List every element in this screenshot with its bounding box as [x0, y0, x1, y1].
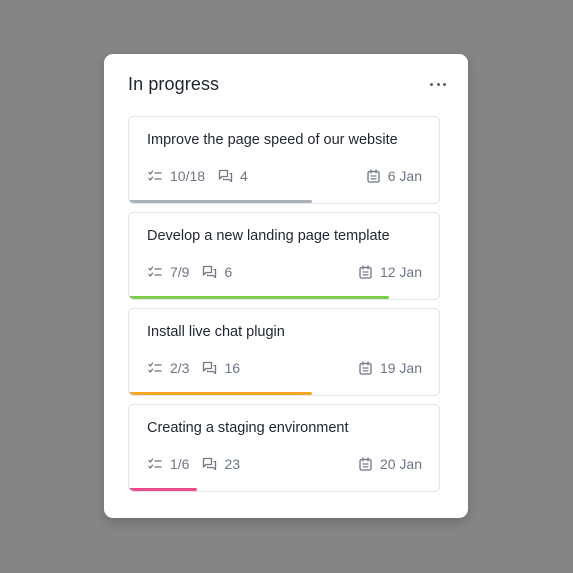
comment-count: 23: [201, 456, 240, 472]
due-date-value: 6 Jan: [387, 168, 422, 184]
subtask-count-value: 1/6: [170, 456, 190, 472]
subtask-count: 1/6: [147, 456, 189, 472]
calendar-icon: [358, 456, 374, 472]
due-date: 19 Jan: [358, 359, 422, 377]
due-date: 12 Jan: [358, 263, 422, 281]
task-card[interactable]: Develop a new landing page template 7/9 …: [128, 212, 440, 300]
due-date-value: 19 Jan: [379, 360, 422, 376]
comment-count-value: 4: [240, 168, 248, 184]
comments-icon: [217, 168, 233, 184]
comments-icon: [201, 360, 217, 376]
calendar-icon: [358, 360, 374, 376]
task-card-title: Install live chat plugin: [147, 324, 285, 340]
due-date: 20 Jan: [358, 455, 422, 473]
task-meta: 2/3 16: [147, 359, 252, 377]
due-date-value: 20 Jan: [379, 456, 422, 472]
more-dot: [436, 82, 440, 86]
task-card[interactable]: Install live chat plugin 2/3 16 19 Jan: [128, 308, 440, 396]
task-card[interactable]: Creating a staging environment 1/6 23 20…: [128, 404, 440, 492]
calendar-icon: [358, 264, 374, 280]
progress-bar: [129, 392, 312, 395]
comment-count: 16: [201, 360, 240, 376]
due-date: 6 Jan: [366, 167, 422, 185]
task-card-title: Develop a new landing page template: [147, 228, 390, 244]
calendar-icon: [366, 168, 382, 184]
kanban-column: In progress Improve the page speed of ou…: [104, 54, 468, 518]
progress-bar: [129, 488, 198, 491]
comment-count: 4: [217, 168, 248, 184]
column-title: In progress: [128, 74, 220, 94]
progress-bar: [129, 296, 390, 299]
subtask-count: 7/9: [147, 264, 189, 280]
task-meta: 10/18 4: [147, 167, 260, 185]
subtask-count-value: 2/3: [170, 360, 190, 376]
task-card[interactable]: Improve the page speed of our website 10…: [128, 116, 440, 204]
comment-count-value: 16: [224, 360, 241, 376]
more-dot: [430, 82, 433, 86]
due-date-value: 12 Jan: [379, 264, 422, 280]
task-meta: 7/9 6: [147, 263, 244, 281]
comments-icon: [201, 456, 217, 472]
comments-icon: [201, 264, 217, 280]
comment-count: 6: [201, 264, 232, 280]
subtask-count: 10/18: [147, 168, 205, 184]
task-meta: 1/6 23: [147, 455, 252, 473]
progress-bar: [129, 200, 312, 203]
checklist-icon: [147, 456, 163, 472]
comment-count-value: 6: [224, 264, 233, 280]
checklist-icon: [147, 264, 163, 280]
checklist-icon: [147, 360, 163, 376]
task-card-title: Improve the page speed of our website: [147, 132, 398, 148]
subtask-count-value: 10/18: [170, 168, 206, 184]
comment-count-value: 23: [224, 456, 241, 472]
subtask-count: 2/3: [147, 360, 189, 376]
task-card-title: Creating a staging environment: [147, 420, 349, 436]
more-options-button[interactable]: [430, 80, 446, 88]
more-dot: [443, 82, 446, 86]
checklist-icon: [147, 168, 163, 184]
subtask-count-value: 7/9: [170, 264, 190, 280]
